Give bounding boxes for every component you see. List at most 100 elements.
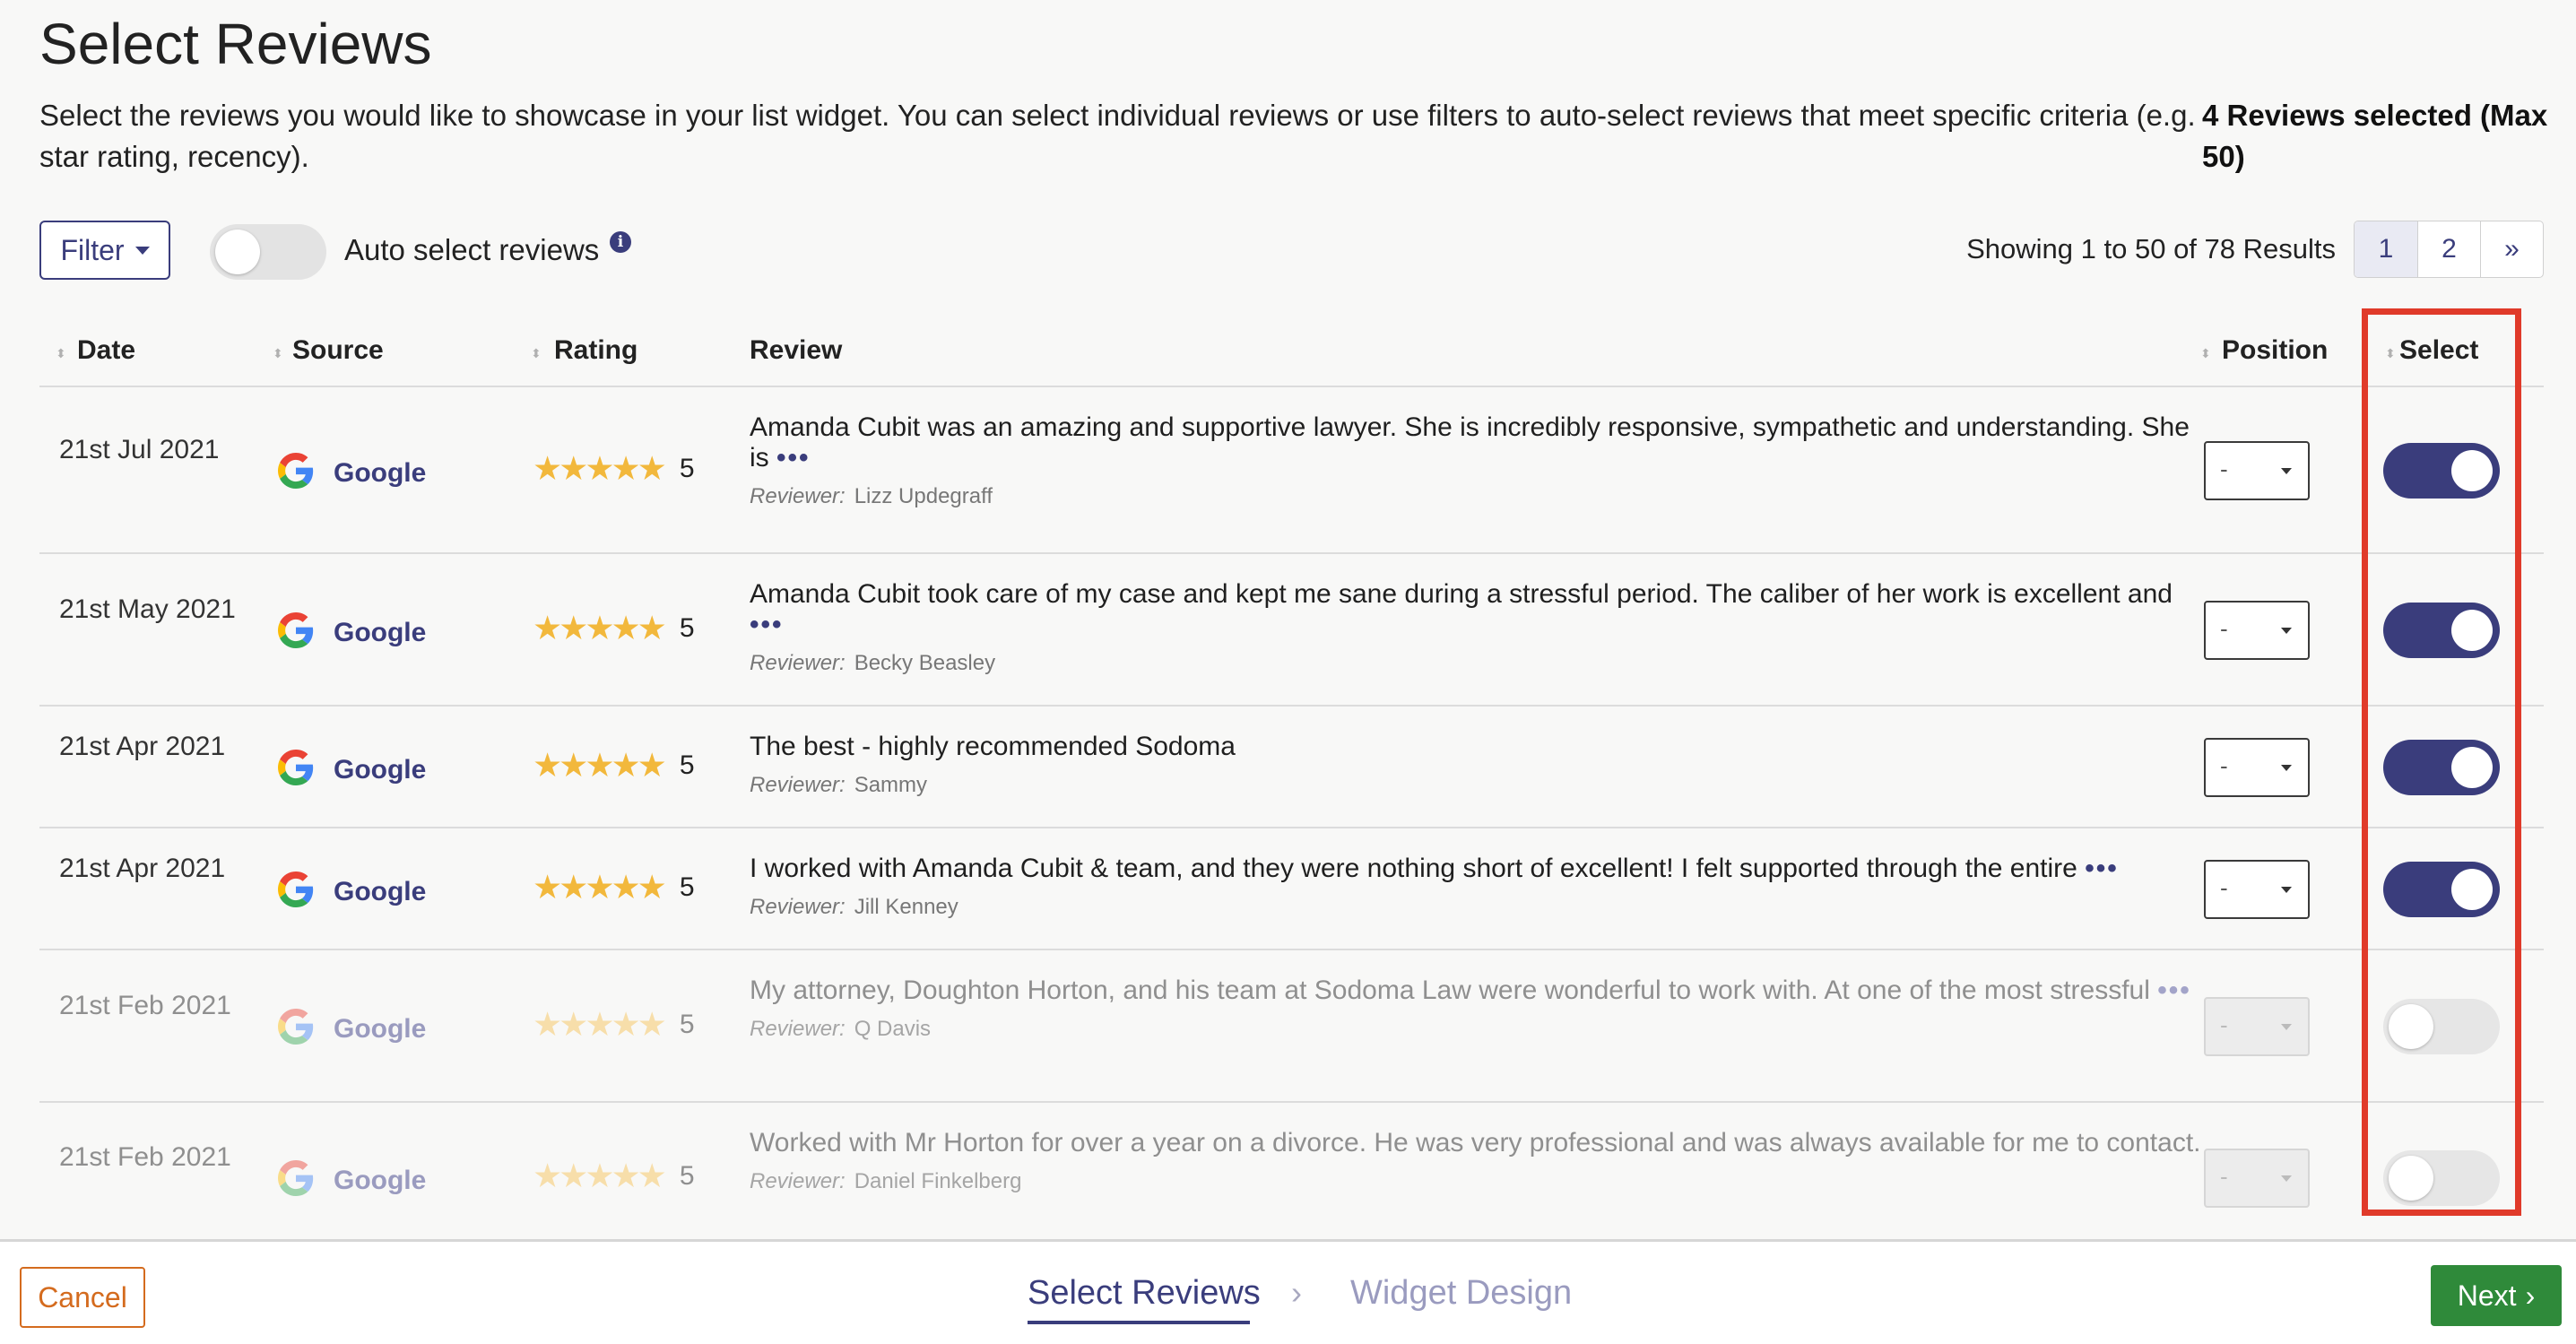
reviewer-name: Daniel Finkelberg: [854, 1169, 1022, 1193]
page-title: Select Reviews: [39, 12, 432, 76]
star-rating-icon: ★★★★★: [533, 450, 667, 487]
pagination: 1 2 »: [2354, 221, 2544, 278]
caret-down-icon: [2281, 765, 2292, 771]
rating-value: 5: [679, 612, 695, 643]
reviewer-name: Q Davis: [854, 1017, 932, 1041]
reviewer-line: Reviewer: Daniel Finkelberg: [750, 1169, 2211, 1194]
table-row: 21st Jul 2021 Google ★★★★★ 5 Amanda Cubit wa…: [39, 387, 2544, 554]
select-toggle[interactable]: [2383, 603, 2500, 658]
toggle-knob: [2451, 450, 2493, 491]
position-select[interactable]: -: [2204, 601, 2310, 660]
more-icon[interactable]: •••: [750, 610, 784, 639]
google-g-icon: [278, 453, 314, 493]
review-source: Google: [278, 750, 426, 790]
review-date: 21st Feb 2021: [59, 991, 231, 1020]
caret-down-icon: [134, 246, 150, 255]
step-select-reviews[interactable]: Select Reviews: [1028, 1274, 1261, 1313]
google-g-icon: [278, 612, 314, 653]
next-label: Next: [2457, 1279, 2517, 1312]
filter-label: Filter: [60, 233, 125, 266]
header-source[interactable]: Source: [292, 335, 384, 366]
position-select[interactable]: -: [2204, 860, 2310, 919]
table-row: 21st Feb 2021 Google ★★★★★ 5 Worked with Mr …: [39, 1103, 2544, 1253]
sort-icon[interactable]: ⬍: [531, 346, 542, 361]
source-name: Google: [334, 1013, 427, 1044]
info-icon[interactable]: i: [610, 231, 631, 253]
page-intro: Select the reviews you would like to sho…: [39, 99, 2196, 173]
filter-button[interactable]: Filter: [39, 221, 170, 280]
select-toggle[interactable]: [2383, 443, 2500, 499]
reviewer-label: Reviewer:: [750, 651, 846, 675]
rating-value: 5: [679, 453, 695, 483]
auto-select-toggle[interactable]: [210, 224, 326, 280]
review-cell: The best - highly recommended Sodoma Revi…: [750, 732, 2211, 798]
review-text: Worked with Mr Horton for over a year on…: [750, 1128, 2211, 1158]
review-text: I worked with Amanda Cubit & team, and t…: [750, 854, 2211, 884]
select-toggle[interactable]: [2383, 999, 2500, 1054]
review-cell: Amanda Cubit took care of my case and ke…: [750, 579, 2211, 676]
sort-icon[interactable]: ⬍: [2200, 346, 2211, 361]
position-select[interactable]: -: [2204, 441, 2310, 500]
more-icon[interactable]: •••: [2157, 975, 2191, 1005]
position-select[interactable]: -: [2204, 738, 2310, 797]
toolbar: Filter Auto select reviews i Showing 1 t…: [39, 221, 2544, 283]
header-position[interactable]: Position: [2222, 335, 2328, 366]
header-select[interactable]: Select: [2399, 335, 2478, 366]
reviewer-label: Reviewer:: [750, 773, 846, 797]
reviewer-line: Reviewer: Jill Kenney: [750, 895, 2211, 920]
table-body: 21st Jul 2021 Google ★★★★★ 5 Amanda Cubit wa…: [39, 387, 2544, 1253]
source-name: Google: [334, 754, 427, 785]
review-cell: Amanda Cubit was an amazing and supporti…: [750, 412, 2211, 509]
review-cell: I worked with Amanda Cubit & team, and t…: [750, 854, 2211, 920]
review-date: 21st Apr 2021: [59, 732, 226, 761]
google-g-icon: [278, 750, 314, 790]
review-text: Amanda Cubit took care of my case and ke…: [750, 579, 2211, 640]
toggle-knob: [215, 230, 260, 274]
review-text: Amanda Cubit was an amazing and supporti…: [750, 412, 2211, 473]
reviewer-line: Reviewer: Q Davis: [750, 1017, 2211, 1042]
more-icon[interactable]: •••: [776, 443, 811, 473]
header-date[interactable]: Date: [77, 335, 135, 366]
rating-value: 5: [679, 1009, 695, 1039]
sort-icon[interactable]: ⬍: [273, 346, 283, 361]
toggle-knob: [2451, 869, 2493, 910]
google-g-icon: [278, 871, 314, 912]
caret-down-icon: [2281, 1024, 2292, 1030]
review-body: I worked with Amanda Cubit & team, and t…: [750, 854, 2077, 883]
page-2-button[interactable]: 2: [2417, 221, 2480, 277]
position-select: -: [2204, 1149, 2310, 1208]
select-toggle[interactable]: [2383, 862, 2500, 917]
position-value: -: [2220, 1163, 2228, 1190]
more-icon[interactable]: •••: [2085, 854, 2119, 883]
reviewer-line: Reviewer: Lizz Updegraff: [750, 484, 2211, 509]
review-rating: ★★★★★ 5: [533, 868, 695, 906]
review-source: Google: [278, 453, 426, 493]
sort-icon[interactable]: ⬍: [56, 346, 66, 361]
next-page-button[interactable]: »: [2480, 221, 2543, 277]
review-body: Amanda Cubit took care of my case and ke…: [750, 579, 2173, 609]
star-rating-icon: ★★★★★: [533, 747, 667, 784]
review-body: Worked with Mr Horton for over a year on…: [750, 1128, 2201, 1158]
toggle-knob: [2451, 610, 2493, 651]
source-name: Google: [334, 617, 427, 647]
cancel-button[interactable]: Cancel: [20, 1267, 145, 1328]
position-select: -: [2204, 997, 2310, 1056]
step-underline: [1028, 1321, 1250, 1324]
next-button[interactable]: Next ›: [2431, 1265, 2562, 1326]
position-value: -: [2220, 874, 2228, 901]
star-rating-icon: ★★★★★: [533, 1006, 667, 1043]
source-name: Google: [334, 1165, 427, 1195]
review-rating: ★★★★★ 5: [533, 746, 695, 785]
header-rating[interactable]: Rating: [554, 335, 637, 366]
select-toggle[interactable]: [2383, 1150, 2500, 1206]
reviews-table: ⬍ Date ⬍ Source ⬍ Rating Review ⬍ Positi…: [39, 314, 2544, 1253]
source-name: Google: [334, 876, 427, 906]
review-date: 21st Jul 2021: [59, 435, 220, 464]
select-toggle[interactable]: [2383, 740, 2500, 795]
review-source: Google: [278, 1009, 426, 1049]
page-1-button[interactable]: 1: [2355, 221, 2417, 277]
step-widget-design[interactable]: Widget Design: [1350, 1274, 1572, 1313]
reviewer-name: Lizz Updegraff: [854, 484, 993, 508]
sort-icon[interactable]: ⬍: [2385, 346, 2396, 361]
caret-down-icon: [2281, 887, 2292, 893]
